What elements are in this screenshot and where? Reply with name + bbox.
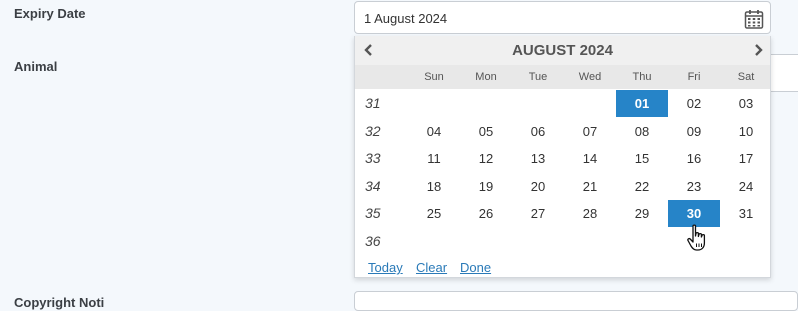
done-button[interactable]: Done: [460, 260, 491, 275]
calendar-day-20[interactable]: 20: [512, 173, 564, 200]
day-of-week-tue: Tue: [528, 71, 548, 83]
chevron-right-icon[interactable]: [750, 42, 766, 58]
calendar-icon[interactable]: [744, 9, 764, 29]
calendar-day-03[interactable]: 03: [720, 90, 772, 117]
day-of-week-thu: Thu: [632, 71, 652, 83]
calendar-day-28[interactable]: 28: [564, 200, 616, 227]
calendar-day-05[interactable]: 05: [460, 118, 512, 145]
calendar-day-26[interactable]: 26: [460, 200, 512, 227]
calendar-day-10[interactable]: 10: [720, 118, 772, 145]
calendar-day-27[interactable]: 27: [512, 200, 564, 227]
copyright-notice-field[interactable]: [354, 291, 798, 311]
animal-label: Animal: [14, 59, 58, 74]
day-of-week-sat: Sat: [737, 71, 755, 83]
calendar-day-07[interactable]: 07: [564, 118, 616, 145]
calendar-day-01[interactable]: 01: [616, 90, 668, 117]
calendar-day-09[interactable]: 09: [668, 118, 720, 145]
calendar-day-31[interactable]: 31: [720, 200, 772, 227]
calendar-day-18[interactable]: 18: [408, 173, 460, 200]
days-of-week-row: Sun Mon Tue Wed Thu Fri Sat: [355, 65, 770, 89]
calendar-day-23[interactable]: 23: [668, 173, 720, 200]
calendar-day-15[interactable]: 15: [616, 145, 668, 172]
calendar-day-02[interactable]: 02: [668, 90, 720, 117]
calendar-day-08[interactable]: 08: [616, 118, 668, 145]
week-number: 35: [365, 205, 381, 221]
calendar-day-04[interactable]: 04: [408, 118, 460, 145]
day-of-week-sun: Sun: [424, 71, 444, 83]
week-number: 34: [365, 177, 381, 194]
calendar-day-22[interactable]: 22: [616, 173, 668, 200]
calendar-day-30[interactable]: 30: [668, 200, 720, 227]
today-button[interactable]: Today: [368, 260, 403, 275]
calendar-day-25[interactable]: 25: [408, 200, 460, 227]
week-number: 36: [365, 232, 381, 249]
expiry-date-value: 1 August 2024: [364, 11, 448, 26]
week-number: 32: [365, 122, 381, 139]
copyright-notice-label: Copyright Noti: [14, 295, 105, 310]
day-of-week-wed: Wed: [578, 71, 602, 83]
calendar-day-11[interactable]: 11: [408, 145, 460, 172]
animal-field[interactable]: [771, 54, 798, 92]
hand-cursor-icon: [687, 224, 706, 251]
day-of-week-fri: Fri: [687, 71, 701, 83]
day-of-week-mon: Mon: [475, 71, 497, 83]
calendar-day-17[interactable]: 17: [720, 145, 772, 172]
clear-button[interactable]: Clear: [416, 260, 447, 275]
expiry-date-label: Expiry Date: [14, 6, 86, 21]
week-number: 33: [365, 150, 381, 166]
expiry-date-input[interactable]: 1 August 2024: [354, 1, 771, 34]
calendar-day-13[interactable]: 13: [512, 145, 564, 172]
calendar-day-06[interactable]: 06: [512, 118, 564, 145]
calendar-day-14[interactable]: 14: [564, 145, 616, 172]
calendar-day-24[interactable]: 24: [720, 173, 772, 200]
calendar-day-19[interactable]: 19: [460, 173, 512, 200]
calendar-day-29[interactable]: 29: [616, 200, 668, 227]
calendar-day-21[interactable]: 21: [564, 173, 616, 200]
datepicker-header: AUGUST 2024: [355, 36, 770, 65]
calendar-day-12[interactable]: 12: [460, 145, 512, 172]
week-number: 31: [365, 95, 381, 111]
calendar-day-16[interactable]: 16: [668, 145, 720, 172]
month-year-title: AUGUST 2024: [512, 42, 613, 59]
